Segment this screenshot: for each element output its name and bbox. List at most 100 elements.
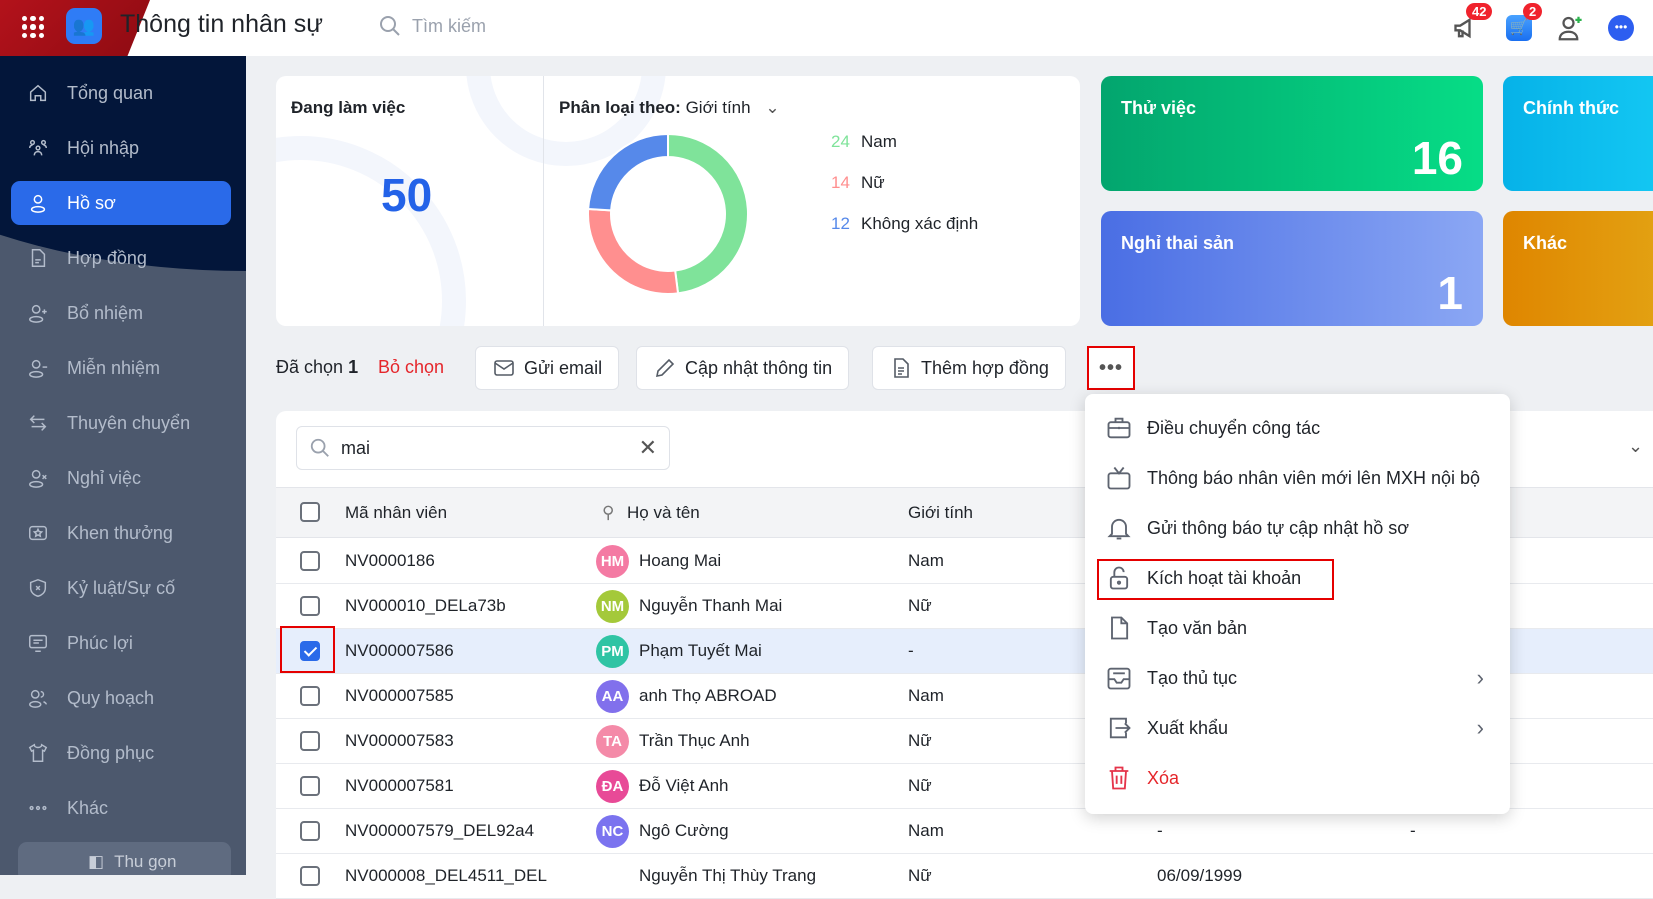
sidebar-item-1[interactable]: Hội nhập <box>11 126 231 170</box>
legend-label: Nữ <box>861 173 885 192</box>
sidebar-item-label: Hồ sơ <box>67 192 116 213</box>
row-checkbox[interactable] <box>300 596 320 616</box>
stat-card-official[interactable]: Chính thức <box>1503 76 1653 191</box>
sidebar-item-3[interactable]: Hợp đồng <box>11 236 231 280</box>
sidebar-item-12[interactable]: Đồng phục <box>11 731 231 775</box>
row-checkbox[interactable] <box>300 551 320 571</box>
employee-name[interactable]: Nguyễn Thanh Mai <box>639 596 782 616</box>
employee-name[interactable]: anh Thọ ABROAD <box>639 686 777 706</box>
pencil-icon <box>655 358 675 378</box>
donut-slice-2[interactable] <box>587 132 669 212</box>
avatar: NC <box>596 815 629 848</box>
sidebar-item-label: Khác <box>67 797 109 818</box>
pin-icon[interactable]: ⚲ <box>602 503 614 523</box>
employee-gender: Nữ <box>908 866 932 885</box>
column-header-name[interactable]: Họ và tên <box>627 503 700 523</box>
donut-slice-0[interactable] <box>667 132 749 295</box>
chat-button[interactable]: ••• <box>1605 12 1637 44</box>
row-checkbox[interactable] <box>300 686 320 706</box>
menu-item-tv[interactable]: Thông báo nhân viên mới lên MXH nội bộ <box>1085 455 1510 501</box>
row-checkbox[interactable] <box>300 731 320 751</box>
add-user-button[interactable] <box>1555 12 1587 44</box>
stat-label: Khác <box>1523 233 1568 253</box>
collapse-sidebar-button[interactable]: ◧ Thu gọn <box>18 842 231 875</box>
menu-item-file[interactable]: Tạo văn bản <box>1085 605 1510 651</box>
column-header-gender[interactable]: Giới tính <box>908 503 973 523</box>
menu-item-label: Xuất khẩu <box>1147 717 1229 738</box>
selected-count: Đã chọn 1 <box>276 357 358 378</box>
menu-item-briefcase[interactable]: Điều chuyển công tác <box>1085 405 1510 451</box>
sidebar-item-11[interactable]: Quy hoạch <box>11 676 231 720</box>
select-all-checkbox[interactable] <box>300 502 320 522</box>
tv-icon <box>1107 466 1131 490</box>
employee-id: NV000007585 <box>345 686 454 705</box>
row-checkbox[interactable] <box>300 866 320 886</box>
stats-summary-card: Đang làm việc 50 Phân loại theo: Giới tí… <box>276 76 1080 326</box>
table-search-input[interactable] <box>341 437 629 459</box>
employee-name[interactable]: Trần Thục Anh <box>639 731 750 751</box>
add-contract-button[interactable]: Thêm hợp đồng <box>872 346 1066 390</box>
sidebar: Tổng quan Hội nhập Hồ sơ Hợp đồng Bổ nhiệm Mi… <box>0 56 246 875</box>
sidebar-item-5[interactable]: Miễn nhiệm <box>11 346 231 390</box>
avatar: NM <box>596 590 629 623</box>
row-checkbox[interactable] <box>300 821 320 841</box>
legend-label: Nam <box>861 132 897 151</box>
donut-slice-1[interactable] <box>587 207 680 295</box>
menu-item-export[interactable]: Xuất khẩu › <box>1085 705 1510 751</box>
stat-card-maternity[interactable]: Nghỉ thai sản 1 <box>1101 211 1483 326</box>
employee-col5: - <box>1410 821 1416 840</box>
row-checkbox[interactable] <box>300 776 320 796</box>
notification-badge: 42 <box>1466 3 1493 20</box>
sidebar-item-10[interactable]: Phúc lợi <box>11 621 231 665</box>
divider <box>543 76 544 326</box>
more-actions-button[interactable]: ••• <box>1087 346 1135 390</box>
employee-name[interactable]: Hoang Mai <box>639 551 721 571</box>
sidebar-item-2[interactable]: Hồ sơ <box>11 181 231 225</box>
table-row[interactable]: NV000007579_DEL92a4 NC Ngô Cường Nam - - <box>276 809 1653 854</box>
chevron-right-icon: › <box>1476 665 1484 690</box>
sidebar-item-4[interactable]: Bổ nhiệm <box>11 291 231 335</box>
employee-gender: Nam <box>908 821 944 840</box>
send-email-button[interactable]: Gửi email <box>475 346 620 390</box>
employee-name[interactable]: Ngô Cường <box>639 821 729 841</box>
table-row[interactable]: NV000008_DEL4511_DEL Nguyễn Thị Thùy Tran… <box>276 854 1653 899</box>
sidebar-item-13[interactable]: Khác <box>11 786 231 830</box>
sidebar-item-9[interactable]: Kỷ luật/Sự cố <box>11 566 231 610</box>
menu-item-label: Điều chuyển công tác <box>1147 417 1321 438</box>
classify-dropdown[interactable]: Phân loại theo: Giới tính ⌄ <box>559 98 780 118</box>
global-search[interactable]: Tìm kiếm <box>378 14 486 38</box>
employee-name[interactable]: Phạm Tuyết Mai <box>639 641 762 661</box>
menu-item-trash[interactable]: Xóa <box>1085 755 1510 801</box>
employee-col4: - <box>1157 821 1163 840</box>
sidebar-item-7[interactable]: Nghỉ việc <box>11 456 231 500</box>
briefcase-icon <box>1107 417 1131 439</box>
announcement-button[interactable]: 42 <box>1450 3 1493 44</box>
sidebar-item-0[interactable]: Tổng quan <box>11 71 231 115</box>
file-icon <box>1111 616 1129 640</box>
stat-label: Chính thức <box>1523 98 1620 118</box>
clear-icon[interactable]: ✕ <box>639 435 657 461</box>
collapse-icon: ◧ <box>88 852 105 871</box>
document-icon <box>31 249 46 267</box>
sidebar-item-6[interactable]: Thuyên chuyển <box>11 401 231 445</box>
chevron-down-icon[interactable]: ⌄ <box>1628 436 1643 457</box>
sidebar-item-label: Hội nhập <box>67 137 140 158</box>
menu-item-label: Gửi thông báo tự cập nhật hồ sơ <box>1147 517 1410 538</box>
employee-name[interactable]: Nguyễn Thị Thùy Trang <box>639 866 816 886</box>
column-header-id[interactable]: Mã nhân viên <box>345 503 447 523</box>
sidebar-item-8[interactable]: Khen thưởng <box>11 511 231 555</box>
menu-item-bell[interactable]: Gửi thông báo tự cập nhật hồ sơ <box>1085 505 1510 551</box>
employee-id: NV000008_DEL4511_DEL <box>345 866 547 885</box>
cart-button[interactable]: 🛒 2 <box>1503 3 1543 44</box>
stat-card-probation[interactable]: Thử việc 16 <box>1101 76 1483 191</box>
avatar: ĐA <box>596 770 629 803</box>
menu-item-inbox[interactable]: Tạo thủ tục › <box>1085 655 1510 701</box>
stat-card-other[interactable]: Khác <box>1503 211 1653 326</box>
table-search[interactable]: ✕ <box>296 426 670 470</box>
highlight-activate-account <box>1097 559 1334 600</box>
sidebar-item-label: Miễn nhiệm <box>67 357 161 378</box>
apps-grid-icon[interactable] <box>22 16 44 38</box>
employee-name[interactable]: Đỗ Việt Anh <box>639 776 728 796</box>
update-info-button[interactable]: Cập nhật thông tin <box>636 346 850 390</box>
unselect-link[interactable]: Bỏ chọn <box>378 357 444 378</box>
